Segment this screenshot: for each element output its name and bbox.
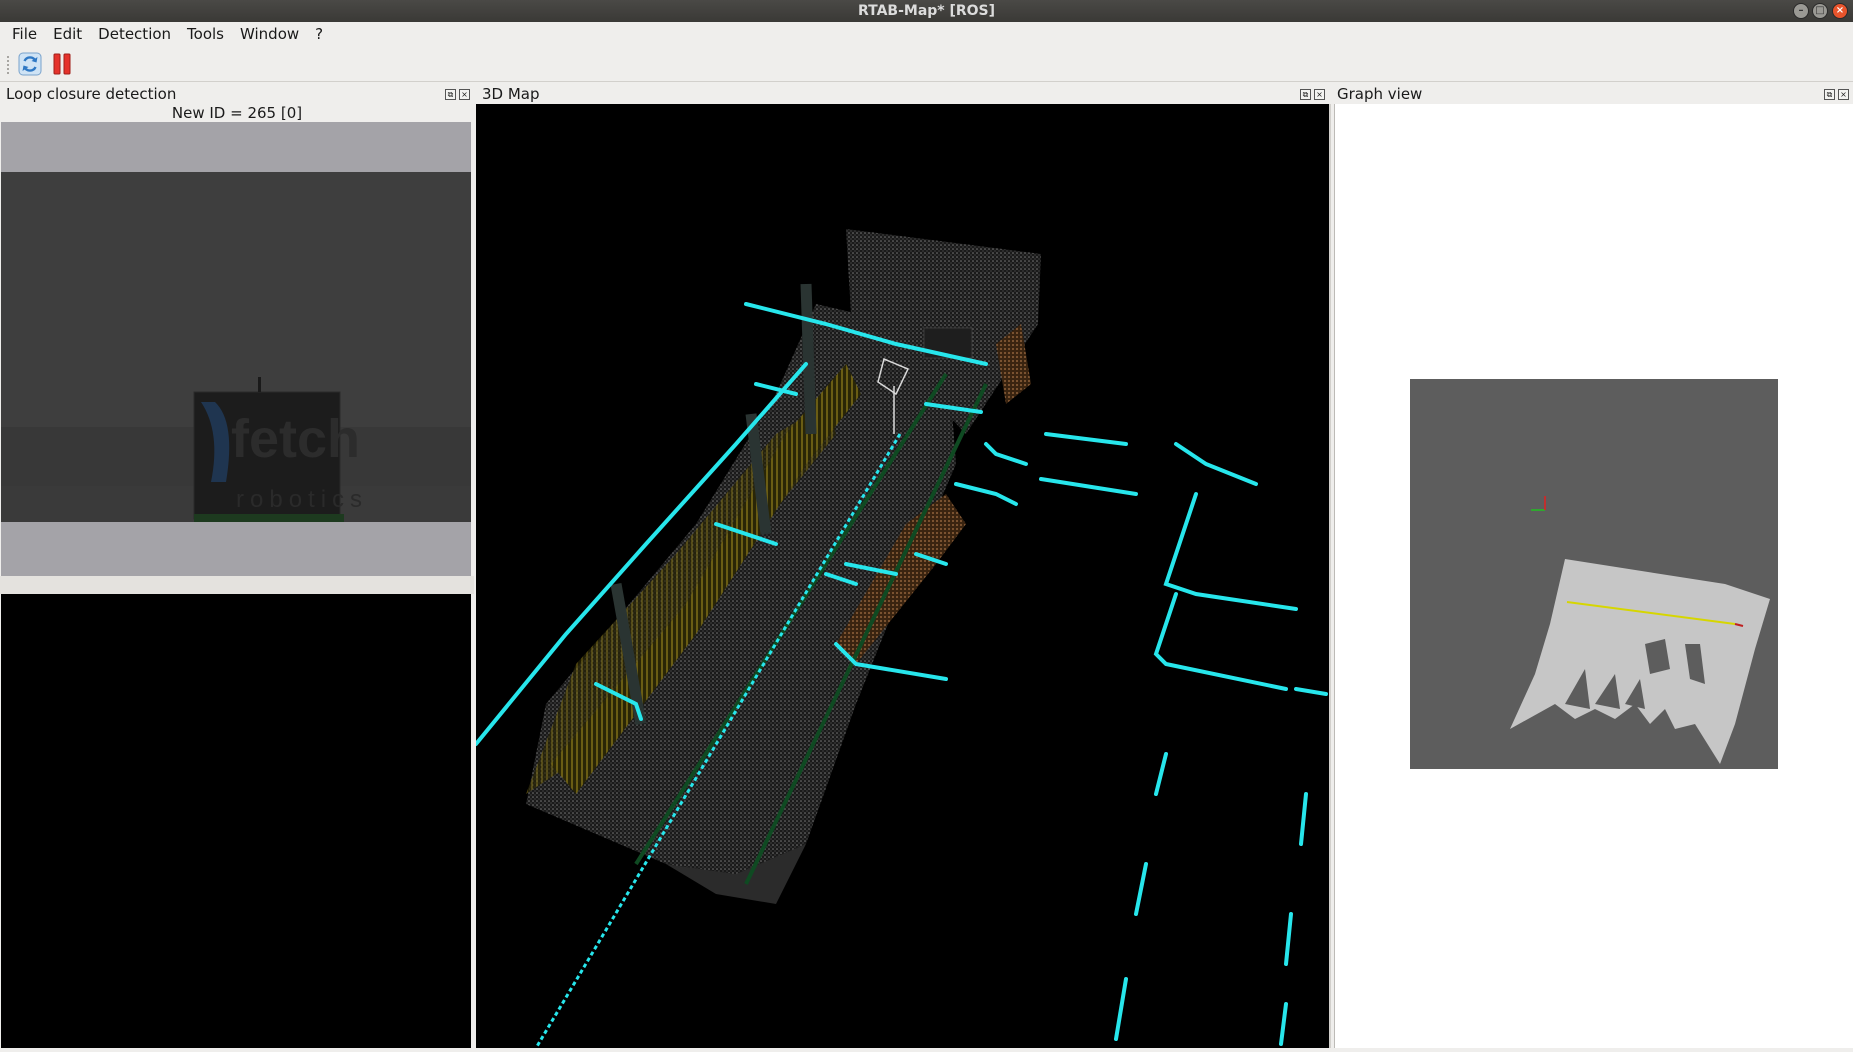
close-icon[interactable]: ×	[1838, 89, 1849, 100]
refresh-button[interactable]	[16, 50, 44, 78]
loop-panel-splitter[interactable]	[0, 576, 474, 594]
menu-window[interactable]: Window	[232, 22, 307, 46]
toolbar-grip[interactable]	[7, 56, 10, 74]
camera-image: fetch robotics	[1, 122, 471, 576]
3d-map-view[interactable]	[474, 104, 1329, 1049]
graph-title: Graph view	[1337, 85, 1423, 103]
menu-help[interactable]: ?	[307, 22, 331, 46]
new-id-label: New ID = 265 [0]	[171, 104, 303, 122]
main-toolbar	[0, 46, 1853, 82]
occupancy-grid	[1410, 379, 1778, 769]
map-title: 3D Map	[482, 85, 540, 103]
graph-splitter[interactable]	[1329, 104, 1331, 1048]
menu-bar: File Edit Detection Tools Window ?	[0, 22, 1853, 46]
menu-tools[interactable]: Tools	[179, 22, 232, 46]
menu-detection[interactable]: Detection	[90, 22, 179, 46]
close-icon[interactable]: ×	[459, 89, 470, 100]
maximize-button[interactable]: □	[1812, 3, 1828, 19]
map-dock-title[interactable]: 3D Map ⧉ ×	[476, 84, 1329, 104]
point-cloud-render	[474, 229, 1328, 1049]
float-icon[interactable]: ⧉	[1300, 89, 1311, 100]
close-icon[interactable]: ×	[1314, 89, 1325, 100]
refresh-icon	[18, 52, 42, 76]
graph-view[interactable]	[1334, 104, 1853, 1048]
minimize-button[interactable]: –	[1793, 3, 1809, 19]
pause-button[interactable]	[48, 50, 76, 78]
window-title: RTAB-Map* [ROS]	[857, 3, 996, 19]
loop-closure-image-view[interactable]: fetch robotics	[1, 122, 471, 576]
menu-file[interactable]: File	[4, 22, 45, 46]
menu-edit[interactable]: Edit	[45, 22, 90, 46]
float-icon[interactable]: ⧉	[1824, 89, 1835, 100]
loop-closure-second-view[interactable]	[1, 594, 471, 1048]
loop-closure-title: Loop closure detection	[6, 85, 177, 103]
svg-text:robotics: robotics	[236, 486, 368, 513]
graph-dock-title[interactable]: Graph view ⧉ ×	[1331, 84, 1853, 104]
loop-closure-dock-title[interactable]: Loop closure detection ⧉ ×	[0, 84, 474, 104]
close-button[interactable]: ×	[1832, 3, 1848, 19]
float-icon[interactable]: ⧉	[445, 89, 456, 100]
window-titlebar: RTAB-Map* [ROS] – □ ×	[0, 0, 1853, 22]
pause-icon	[53, 53, 71, 75]
svg-text:fetch: fetch	[231, 409, 360, 469]
